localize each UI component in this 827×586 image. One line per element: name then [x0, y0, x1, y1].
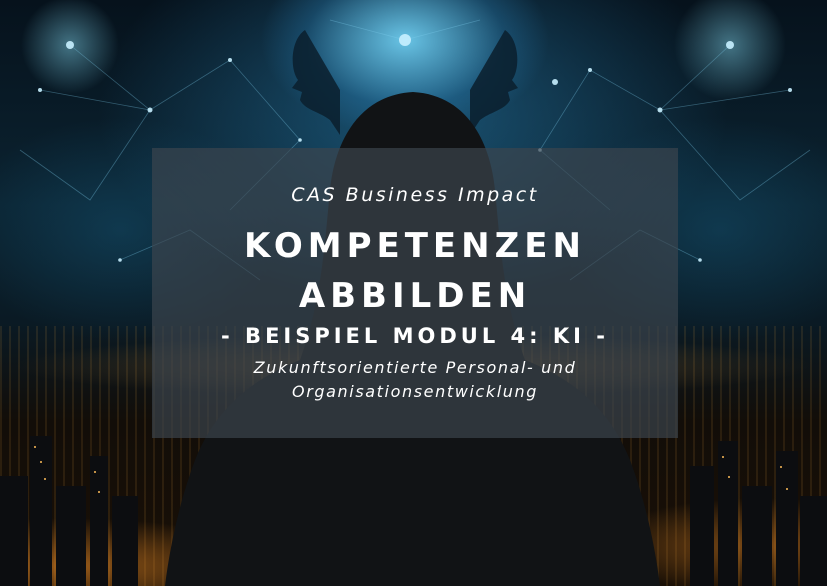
title-panel: CAS Business Impact KOMPETENZEN ABBILDEN… [152, 148, 678, 438]
description-line-1: Zukunftsorientierte Personal- und [253, 358, 577, 377]
cover-image: CAS Business Impact KOMPETENZEN ABBILDEN… [0, 0, 827, 586]
page-title-line-2: ABBILDEN [298, 276, 532, 316]
page-title-line-1: KOMPETENZEN [244, 226, 586, 266]
description-line-2: Organisationsentwicklung [292, 382, 538, 401]
program-name: CAS Business Impact [291, 184, 539, 206]
module-label: - BEISPIEL MODUL 4: KI - [221, 324, 609, 348]
